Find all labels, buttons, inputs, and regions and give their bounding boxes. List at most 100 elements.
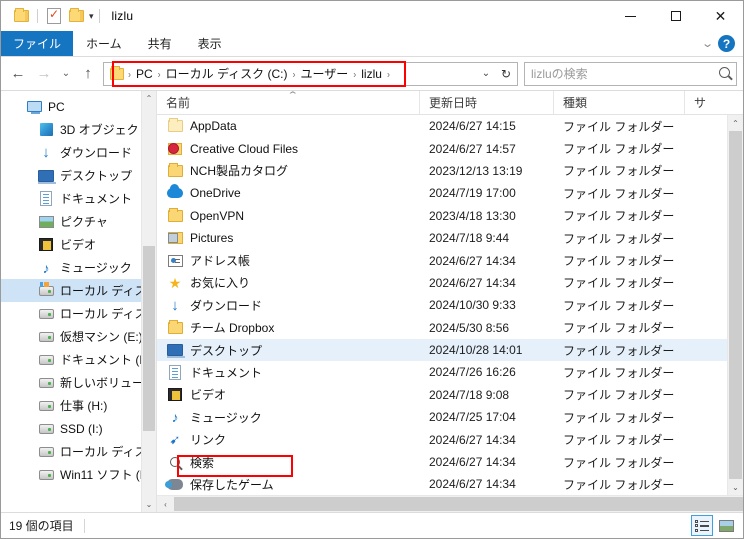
help-icon[interactable]: ? xyxy=(718,35,735,52)
table-row[interactable]: Pictures 2024/7/18 9:44 ファイル フォルダー xyxy=(157,227,743,249)
new-folder-icon[interactable] xyxy=(65,5,87,27)
breadcrumb-item-pc[interactable]: PC xyxy=(133,67,156,81)
sidebar-item-8[interactable]: ローカル ディスク (C:) xyxy=(1,279,156,302)
sidebar-item-5[interactable]: ピクチャ xyxy=(1,210,156,233)
sidebar-item-0[interactable]: PC xyxy=(1,95,156,118)
file-type-cell: ファイル フォルダー xyxy=(563,365,675,380)
breadcrumb-item-users[interactable]: ユーザー xyxy=(298,65,352,82)
customize-caret-icon[interactable]: ▾ xyxy=(89,11,94,21)
column-header-date[interactable]: 更新日時 xyxy=(420,91,554,114)
nav-scrollbar[interactable]: ⌃ ⌄ xyxy=(141,91,156,512)
table-row[interactable]: ドキュメント 2024/7/26 16:26 ファイル フォルダー xyxy=(157,361,743,383)
minimize-icon[interactable] xyxy=(608,1,653,31)
sidebar-item-15[interactable]: ローカル ディスク (K:) xyxy=(1,440,156,463)
table-row[interactable]: ↓ ダウンロード 2024/10/30 9:33 ファイル フォルダー xyxy=(157,294,743,316)
table-row[interactable]: チーム Dropbox 2024/5/30 8:56 ファイル フォルダー xyxy=(157,317,743,339)
chevron-up-icon[interactable]: ⌃ xyxy=(142,91,156,106)
table-row[interactable]: 保存したゲーム 2024/6/27 14:34 ファイル フォルダー xyxy=(157,473,743,495)
search-input[interactable]: lizluの検索 xyxy=(524,61,737,86)
tab-view[interactable]: 表示 xyxy=(185,31,235,56)
table-row[interactable]: OneDrive 2024/7/19 17:00 ファイル フォルダー xyxy=(157,182,743,204)
column-header-size[interactable]: サ xyxy=(685,91,743,114)
chevron-down-icon[interactable]: ⌄ xyxy=(728,479,743,495)
table-row[interactable]: ♪ ミュージック 2024/7/25 17:04 ファイル フォルダー xyxy=(157,406,743,428)
file-list-vertical-scrollbar[interactable]: ⌃ ⌄ xyxy=(727,115,743,495)
file-type-cell: ファイル フォルダー xyxy=(563,410,675,425)
maximize-icon[interactable] xyxy=(653,1,698,31)
file-name-cell[interactable]: Creative Cloud Files xyxy=(157,141,420,157)
table-row[interactable]: デスクトップ 2024/10/28 14:01 ファイル フォルダー xyxy=(157,338,743,362)
sidebar-item-16[interactable]: Win11 ソフト (L:) xyxy=(1,463,156,486)
properties-icon[interactable] xyxy=(43,5,65,27)
file-name-cell[interactable]: アドレス帳 xyxy=(157,252,420,269)
file-name-cell[interactable]: ドキュメント xyxy=(157,364,420,381)
search-icon[interactable] xyxy=(719,65,730,83)
chevron-up-icon[interactable]: ⌃ xyxy=(728,115,743,131)
table-row[interactable]: ➹ リンク 2024/6/27 14:34 ファイル フォルダー xyxy=(157,428,743,450)
sidebar-item-1[interactable]: 3D オブジェクト xyxy=(1,118,156,141)
sidebar-item-11[interactable]: ドキュメント (F:) xyxy=(1,348,156,371)
chevron-down-icon[interactable]: ⌄ xyxy=(701,37,714,50)
file-date-cell: 2024/7/25 17:04 xyxy=(429,410,516,425)
file-name-cell[interactable]: デスクトップ xyxy=(157,342,420,359)
sidebar-item-10[interactable]: 仮想マシン (E:) xyxy=(1,325,156,348)
chevron-down-icon[interactable]: ⌄ xyxy=(142,497,156,512)
file-name-cell[interactable]: AppData xyxy=(157,118,420,134)
file-name-cell[interactable]: ★ お気に入り xyxy=(157,274,420,291)
tab-home[interactable]: ホーム xyxy=(73,31,135,56)
details-view-icon xyxy=(694,519,710,532)
sidebar-item-14[interactable]: SSD (I:) xyxy=(1,417,156,440)
table-row[interactable]: Creative Cloud Files 2024/6/27 14:57 ファイル … xyxy=(157,137,743,159)
file-name-cell[interactable]: OpenVPN xyxy=(157,207,420,224)
recent-locations-chevron-down-icon[interactable]: ⌄ xyxy=(57,61,75,87)
file-name-cell[interactable]: ビデオ xyxy=(157,386,420,403)
sidebar-item-3[interactable]: デスクトップ xyxy=(1,164,156,187)
file-name-cell[interactable]: 保存したゲーム xyxy=(157,476,420,493)
file-name-cell[interactable]: NCH製品カタログ xyxy=(157,162,420,179)
explorer-body: PC 3D オブジェクト ↓ ダウンロード デスクトップ ドキュメント ピクチャ ビデオ ♪ ミュ… xyxy=(1,90,743,512)
table-row[interactable]: OpenVPN 2023/4/18 13:30 ファイル フォルダー xyxy=(157,205,743,227)
chevron-left-icon[interactable]: ‹ xyxy=(157,496,174,512)
forward-arrow-icon[interactable]: → xyxy=(31,61,57,87)
file-name-cell[interactable]: 検索 xyxy=(157,454,420,471)
up-arrow-icon[interactable]: ↑ xyxy=(75,61,101,87)
file-name-cell[interactable]: ↓ ダウンロード xyxy=(157,297,420,314)
breadcrumb-item-local-disk-c[interactable]: ローカル ディスク (C:) xyxy=(163,65,291,82)
sidebar-item-13[interactable]: 仕事 (H:) xyxy=(1,394,156,417)
sidebar-item-2[interactable]: ↓ ダウンロード xyxy=(1,141,156,164)
file-name-cell[interactable]: OneDrive xyxy=(157,184,420,201)
column-header-name[interactable]: 名前 ⌃ xyxy=(157,90,420,114)
favorites-star-icon: ★ xyxy=(168,274,182,291)
file-type-cell: ファイル フォルダー xyxy=(563,209,675,224)
file-name-cell[interactable]: ➹ リンク xyxy=(157,431,420,448)
table-row[interactable]: AppData 2024/6/27 14:15 ファイル フォルダー xyxy=(157,115,743,137)
close-icon[interactable]: ✕ xyxy=(698,1,743,31)
sidebar-item-12[interactable]: 新しいボリューム (G:) xyxy=(1,371,156,394)
vertical-scroll-thumb[interactable] xyxy=(729,131,742,479)
file-name-cell[interactable]: チーム Dropbox xyxy=(157,319,420,336)
thumbnail-view-button[interactable] xyxy=(715,515,737,536)
file-name-cell[interactable]: Pictures xyxy=(157,230,420,246)
table-row[interactable]: 検索 2024/6/27 14:34 ファイル フォルダー xyxy=(157,451,743,473)
nav-scroll-thumb[interactable] xyxy=(143,246,155,431)
breadcrumb[interactable]: › PC › ローカル ディスク (C:) › ユーザー › lizlu › ⌄… xyxy=(103,61,518,86)
sidebar-item-4[interactable]: ドキュメント xyxy=(1,187,156,210)
details-view-button[interactable] xyxy=(691,515,713,536)
refresh-icon[interactable]: ↻ xyxy=(497,63,515,85)
tab-share[interactable]: 共有 xyxy=(135,31,185,56)
table-row[interactable]: ビデオ 2024/7/18 9:08 ファイル フォルダー xyxy=(157,384,743,406)
file-name-cell[interactable]: ♪ ミュージック xyxy=(157,409,420,426)
horizontal-scroll-thumb[interactable] xyxy=(174,497,743,511)
file-list-horizontal-scrollbar[interactable]: ‹ xyxy=(157,495,743,512)
sidebar-item-9[interactable]: ローカル ディスク (D:) xyxy=(1,302,156,325)
column-header-type[interactable]: 種類 xyxy=(554,91,685,114)
sidebar-item-6[interactable]: ビデオ xyxy=(1,233,156,256)
table-row[interactable]: アドレス帳 2024/6/27 14:34 ファイル フォルダー xyxy=(157,249,743,271)
table-row[interactable]: NCH製品カタログ 2023/12/13 13:19 ファイル フォルダー xyxy=(157,160,743,182)
breadcrumb-item-lizlu[interactable]: lizlu xyxy=(358,67,385,81)
back-arrow-icon[interactable]: ← xyxy=(5,61,31,87)
table-row[interactable]: ★ お気に入り 2024/6/27 14:34 ファイル フォルダー xyxy=(157,272,743,294)
sidebar-item-7[interactable]: ♪ ミュージック xyxy=(1,256,156,279)
address-dropdown-chevron-down-icon[interactable]: ⌄ xyxy=(477,63,495,85)
tab-file[interactable]: ファイル xyxy=(1,31,74,56)
